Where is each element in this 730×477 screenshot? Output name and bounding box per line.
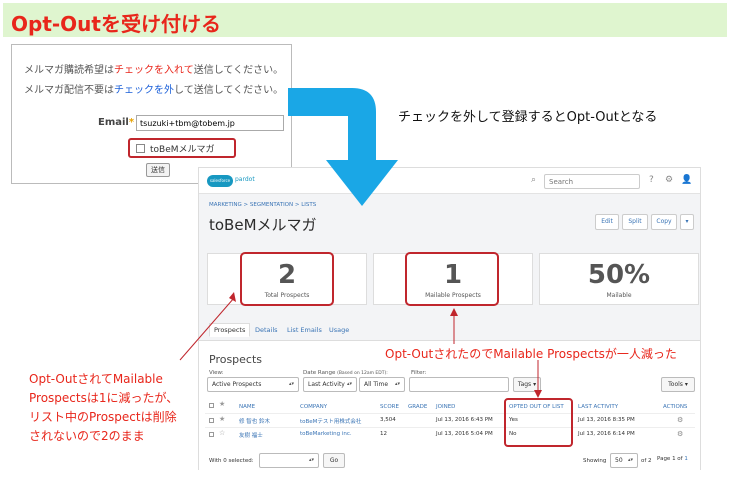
- prospect-score: 12: [380, 431, 387, 437]
- row-checkbox[interactable]: [209, 432, 214, 437]
- callout-left-line-1: Opt-OutされてMailable: [29, 372, 163, 386]
- table-row: ★ 修 智也 鈴木 toBeMテスト用株式会社 3,504 Jul 13, 20…: [205, 413, 695, 426]
- tab-prospects[interactable]: Prospects: [209, 323, 251, 337]
- mailable-prospects-highlight: [405, 252, 499, 306]
- total-count-label: of 2: [641, 458, 652, 464]
- column-header-company[interactable]: COMPANY: [300, 404, 327, 410]
- chevron-down-icon: ▴▾: [288, 381, 294, 387]
- row-checkbox[interactable]: [209, 418, 214, 423]
- tab-details[interactable]: Details: [255, 326, 278, 334]
- filter-input[interactable]: [409, 377, 509, 392]
- instruction-1-tail: 送信してください。: [193, 65, 284, 76]
- row-actions-gear-icon[interactable]: ⚙: [677, 416, 683, 424]
- mailable-percent-card: 50% Mailable: [539, 253, 699, 305]
- gear-icon[interactable]: ⚙: [665, 175, 673, 185]
- column-header-name[interactable]: NAME: [239, 404, 255, 410]
- chevron-down-icon: ▴▾: [346, 381, 352, 387]
- prospect-joined: Jul 13, 2016 5:04 PM: [436, 431, 493, 437]
- instruction-2-tail: して送信してください。: [174, 85, 284, 96]
- select-all-checkbox[interactable]: [209, 403, 214, 408]
- time-range-select[interactable]: All Time ▴▾: [359, 377, 405, 392]
- star-header-icon: ★: [219, 400, 226, 408]
- column-header-joined[interactable]: JOINED: [436, 404, 455, 410]
- callout-left-line-2: Prospectsは1に減ったが、: [29, 391, 179, 405]
- user-icon[interactable]: 👤: [681, 175, 692, 185]
- pardot-list-panel: salesforce pardot ⌕ ? ⚙ 👤 MARKETING > SE…: [198, 167, 701, 471]
- table-row: ☆ 友樹 福士 toBeMarketing inc. 12 Jul 13, 20…: [205, 427, 695, 440]
- required-asterisk: *: [128, 117, 135, 128]
- tab-usage[interactable]: Usage: [329, 326, 349, 334]
- top-nav: salesforce pardot ⌕ ? ⚙ 👤: [199, 168, 700, 194]
- view-select[interactable]: Active Prospects ▴▾: [207, 377, 299, 392]
- prospect-name[interactable]: 修 智也 鈴木: [239, 417, 270, 425]
- title-bar: Opt-Outを受け付ける: [3, 3, 727, 37]
- instruction-2-highlight: チェックを外: [114, 85, 174, 96]
- page-link[interactable]: 1: [684, 456, 688, 462]
- newsletter-checkbox-label[interactable]: toBeMメルマガ: [150, 142, 215, 155]
- prospect-company[interactable]: toBeMテスト用株式会社: [300, 417, 361, 425]
- email-field[interactable]: [136, 115, 284, 131]
- prospect-last-activity: Jul 13, 2016 8:35 PM: [578, 417, 635, 423]
- search-input[interactable]: [544, 174, 640, 189]
- more-dropdown-button[interactable]: ▾: [680, 214, 694, 230]
- instruction-2-text: メルマガ配信不要は: [24, 85, 114, 96]
- column-header-actions: ACTIONS: [663, 404, 688, 410]
- chevron-down-icon: ▴▾: [394, 381, 400, 387]
- split-button[interactable]: Split: [622, 214, 648, 230]
- date-range-label: Date Range (Based on 12am EDT):: [303, 370, 388, 376]
- row-actions-gear-icon[interactable]: ⚙: [677, 430, 683, 438]
- column-header-grade[interactable]: GRADE: [408, 404, 427, 410]
- opted-out-column-highlight: [504, 398, 573, 447]
- star-icon[interactable]: ★: [219, 415, 225, 423]
- filter-label: Filter:: [411, 370, 427, 376]
- chevron-down-icon: ▴▾: [627, 457, 633, 463]
- star-icon[interactable]: ☆: [219, 429, 225, 437]
- date-range-select[interactable]: Last Activity ▴▾: [303, 377, 357, 392]
- newsletter-checkbox-highlight: toBeMメルマガ: [128, 138, 236, 158]
- salesforce-logo[interactable]: salesforce: [207, 175, 233, 187]
- breadcrumb[interactable]: MARKETING > SEGMENTATION > LISTS: [209, 202, 316, 208]
- help-icon[interactable]: ?: [649, 175, 654, 185]
- callout-left-line-4: されないので2のまま: [29, 429, 145, 443]
- pardot-logo-text: pardot: [235, 176, 255, 183]
- tags-button[interactable]: Tags ▾: [513, 377, 541, 392]
- instruction-1-text: メルマガ購読希望は: [24, 65, 114, 76]
- newsletter-checkbox[interactable]: [136, 144, 145, 153]
- edit-button[interactable]: Edit: [595, 214, 619, 230]
- column-header-last-activity[interactable]: LAST ACTIVITY: [578, 404, 618, 410]
- prospect-score: 3,504: [380, 417, 396, 423]
- instruction-line-2: メルマガ配信不要はチェックを外して送信してください。: [24, 81, 283, 96]
- tools-button[interactable]: Tools ▾: [661, 377, 695, 392]
- submit-button[interactable]: 送信: [146, 163, 170, 177]
- prospect-name[interactable]: 友樹 福士: [239, 431, 263, 439]
- email-label: Email*: [98, 117, 135, 128]
- prospect-company[interactable]: toBeMarketing inc.: [300, 431, 352, 437]
- chevron-down-icon: ▴▾: [308, 457, 314, 463]
- search-icon: ⌕: [531, 175, 537, 185]
- prospect-last-activity: Jul 13, 2016 6:14 PM: [578, 431, 635, 437]
- copy-button[interactable]: Copy: [651, 214, 677, 230]
- prospects-heading: Prospects: [209, 353, 263, 366]
- opt-in-form: メルマガ購読希望はチェックを入れて送信してください。 メルマガ配信不要はチェック…: [11, 44, 292, 184]
- view-label: View:: [209, 370, 224, 376]
- list-title: toBeMメルマガ: [209, 216, 317, 234]
- prospect-joined: Jul 13, 2016 6:43 PM: [436, 417, 493, 423]
- bulk-action-select[interactable]: ▴▾: [259, 453, 319, 468]
- callout-mailable-decreased: Opt-OutされたのでMailable Prospectsが一人減った: [385, 347, 677, 361]
- tab-list-emails[interactable]: List Emails: [287, 326, 322, 334]
- callout-left-line-3: リスト中のProspectは削除: [29, 410, 177, 424]
- mailable-percent-label: Mailable: [606, 292, 632, 299]
- bulk-selected-label: With 0 selected:: [209, 458, 254, 464]
- callout-uncheck-note: チェックを外して登録するとOpt-Outとなる: [398, 110, 658, 125]
- total-prospects-highlight: [240, 252, 334, 306]
- mailable-percent-value: 50%: [587, 260, 651, 290]
- go-button[interactable]: Go: [323, 453, 345, 468]
- showing-label: Showing: [583, 458, 607, 464]
- instruction-line-1: メルマガ購読希望はチェックを入れて送信してください。: [24, 61, 283, 76]
- column-header-score[interactable]: SCORE: [380, 404, 399, 410]
- page-heading: Opt-Outを受け付ける: [11, 12, 221, 36]
- instruction-1-highlight: チェックを入れて: [114, 65, 194, 76]
- per-page-select[interactable]: 50 ▴▾: [610, 453, 638, 468]
- pagination: Page 1 of 1: [657, 456, 688, 462]
